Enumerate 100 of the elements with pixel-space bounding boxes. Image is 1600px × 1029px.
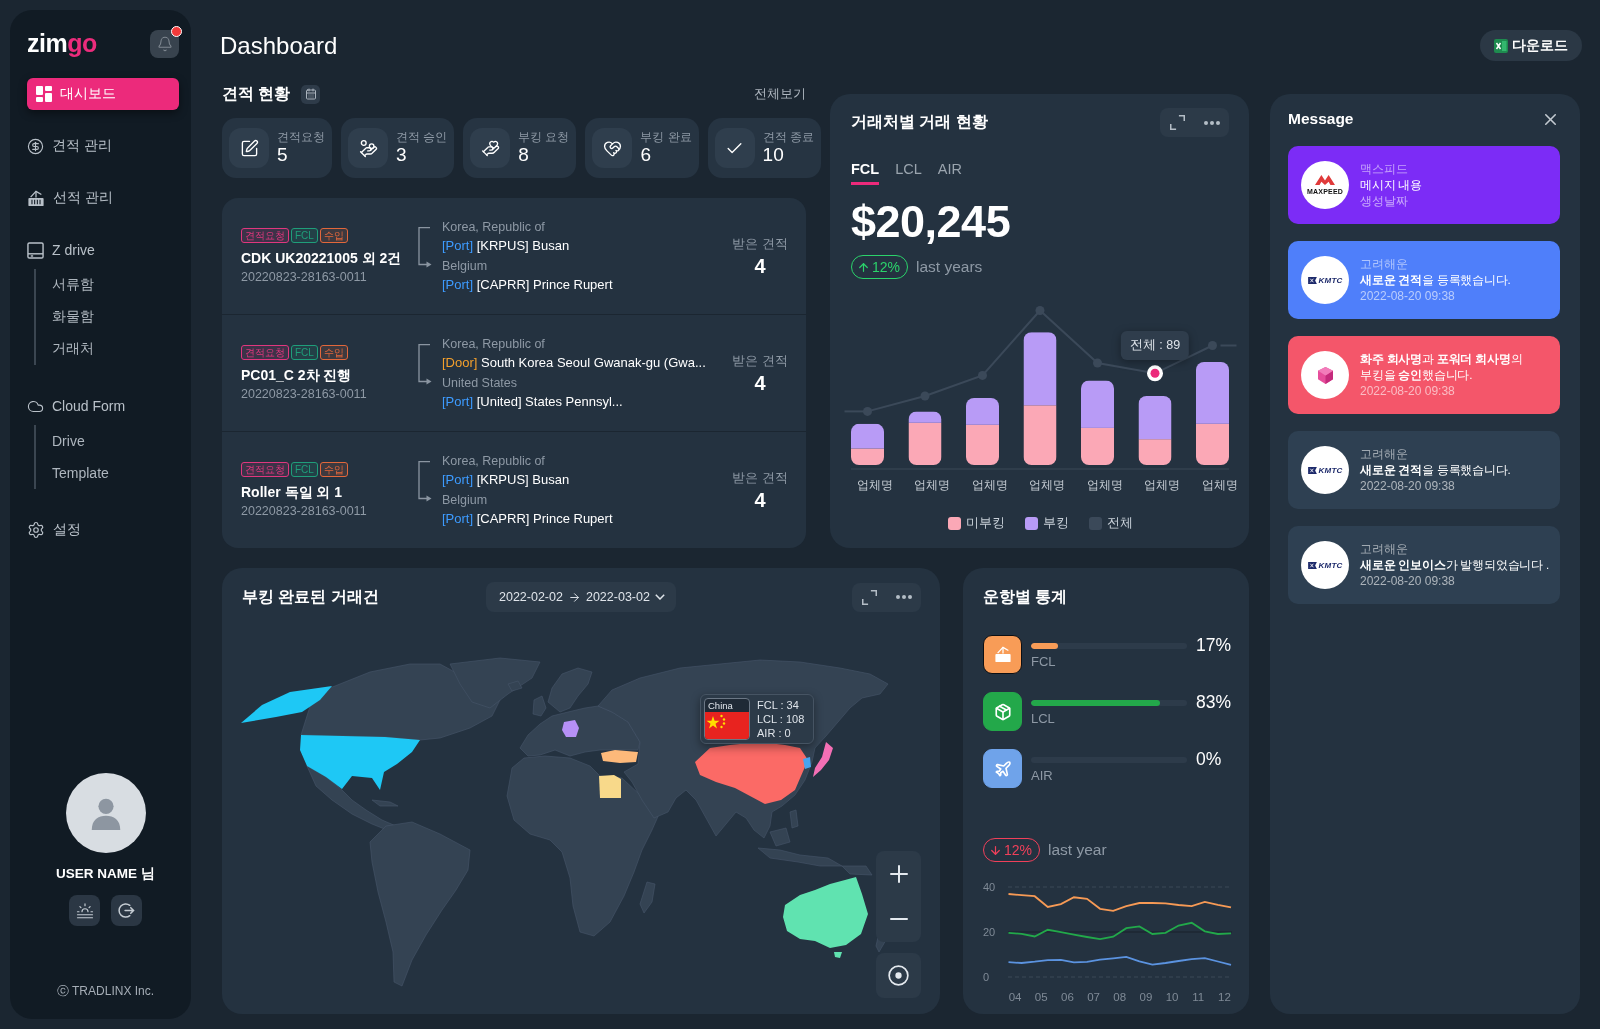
- spreadsheet-icon: [1494, 38, 1508, 53]
- change-caption: last year: [1048, 841, 1107, 859]
- message-card[interactable]: KMTC 고려해운 새로운 견적을 등록했습니다. 2022-08-20 09:38: [1288, 241, 1560, 319]
- mode-label: AIR: [1031, 768, 1054, 783]
- destination-place: [Port] [CAPRR] Prince Rupert: [442, 509, 613, 528]
- date-range-button[interactable]: 2022-02-02 2022-03-02: [486, 582, 676, 612]
- view-all-link[interactable]: 전체보기: [754, 85, 806, 103]
- axis-label: 05: [1034, 991, 1048, 1003]
- nav-subitem[interactable]: 거래처: [52, 333, 179, 365]
- dollar-icon: [27, 137, 44, 155]
- page-title: Dashboard: [220, 30, 338, 61]
- panel-title: 거래처별 거래 현황: [851, 112, 988, 132]
- destination-country: Belgium: [442, 491, 489, 509]
- logo-text: KMTC: [1318, 465, 1343, 475]
- country-name: China: [707, 699, 734, 712]
- sunrise-icon: [75, 901, 94, 920]
- destination-country: United States: [442, 374, 519, 392]
- expand-icon: [861, 589, 877, 605]
- destination-place: [Port] [United] States Pennsyl...: [442, 392, 624, 411]
- quote-title: Roller 독일 외 1: [241, 482, 344, 501]
- message-sender: 맥스피드: [1360, 161, 1409, 177]
- nav-item[interactable]: Cloud Form: [27, 390, 179, 422]
- nav-item[interactable]: 대시보드: [27, 78, 179, 110]
- panel-title: 부킹 완료된 거래건: [242, 586, 380, 607]
- message-sender: 고려해운: [1360, 541, 1409, 557]
- quote-number: 20220823-28163-0011: [241, 385, 368, 402]
- nav-subitem[interactable]: 화물함: [52, 301, 179, 333]
- stat-label: 견적 승인: [396, 130, 448, 144]
- calendar-icon: [301, 84, 321, 104]
- expand-icon: [1169, 115, 1185, 130]
- destination-country: Belgium: [442, 257, 489, 275]
- stat-label: 견적요청: [277, 130, 325, 144]
- more-icon: [895, 595, 912, 599]
- received-count: 4: [754, 254, 766, 277]
- flag-mark-icon: [1307, 561, 1317, 569]
- peaks-icon: [1315, 174, 1335, 185]
- notifications-button[interactable]: [150, 29, 179, 58]
- flag-mark-icon: [1307, 276, 1317, 284]
- stat-value: 3: [396, 144, 408, 166]
- nav-item[interactable]: 견적 관리: [27, 130, 179, 162]
- hand-heart-icon: [470, 128, 511, 168]
- tab[interactable]: AIR: [937, 161, 962, 185]
- route-arrow-icon: [416, 343, 432, 386]
- axis-label: 09: [1139, 991, 1153, 1003]
- legend-label: 미부킹: [965, 515, 1005, 531]
- message-text: 새로운 견적을 등록했습니다.: [1360, 463, 1512, 478]
- origin-place: [Port] [KRPUS] Busan: [442, 470, 571, 489]
- origin-place: [Door] South Korea Seoul Gwanak-gu (Gwa...: [442, 353, 706, 372]
- download-button[interactable]: 다운로드: [1480, 30, 1582, 61]
- locate-button[interactable]: [876, 953, 921, 998]
- theme-button[interactable]: [69, 895, 100, 926]
- message-text: 메시지 내용: [1360, 178, 1423, 193]
- stat-label: 견적 종료: [762, 130, 814, 144]
- check-icon: [714, 128, 755, 168]
- axis-label: 10: [1165, 991, 1179, 1003]
- copyright: ⓒ TRADLINX Inc.: [56, 985, 155, 998]
- axis-label: 07: [1087, 991, 1100, 1003]
- axis-label: 20: [983, 926, 996, 938]
- received-label: 받은 견적: [732, 352, 788, 369]
- axis-label: 06: [1061, 991, 1074, 1003]
- tooltip-line: AIR : 0: [757, 726, 792, 740]
- heart-handshake-icon: [592, 128, 633, 168]
- total-amount: $20,245: [851, 199, 1012, 245]
- nav-subitem[interactable]: Drive: [52, 425, 179, 457]
- quote-number: 20220823-28163-0011: [241, 268, 368, 285]
- tab[interactable]: FCL: [851, 161, 880, 185]
- category-label: 업체명: [1200, 477, 1239, 493]
- nav-item[interactable]: 선적 관리: [27, 182, 179, 214]
- logout-button[interactable]: [111, 895, 142, 926]
- nav-subitem[interactable]: 서류함: [52, 269, 179, 301]
- target-icon: [888, 965, 909, 986]
- arrow-down-icon: [989, 843, 1002, 857]
- received-label: 받은 견적: [732, 235, 788, 252]
- quote-title: PC01_C 2차 진행: [241, 365, 353, 384]
- nav-subitem[interactable]: Template: [52, 457, 179, 489]
- message-sender: 고려해운: [1360, 446, 1409, 462]
- message-time: 2022-08-20 09:38: [1360, 288, 1456, 304]
- bell-icon: [156, 35, 173, 52]
- axis-label: 0: [983, 971, 990, 983]
- stat-value: 6: [640, 144, 652, 166]
- mode-percent: 17%: [1196, 635, 1232, 657]
- category-label: 업체명: [1085, 477, 1124, 493]
- message-time: 2022-08-20 09:38: [1360, 478, 1456, 494]
- nav-item[interactable]: 설정: [27, 514, 179, 546]
- panel-title: Message: [1288, 110, 1354, 128]
- message-time: 2022-08-20 09:38: [1360, 573, 1456, 589]
- origin-country: Korea, Republic of: [442, 452, 546, 470]
- message-card[interactable]: KMTC 고려해운 새로운 인보이스가 발행되었습니다 . 2022-08-20 09:38: [1288, 526, 1560, 604]
- mode-percent: 83%: [1196, 692, 1232, 714]
- tab[interactable]: LCL: [895, 161, 922, 185]
- more-icon: [1203, 120, 1220, 125]
- arrow-right-icon: [567, 590, 581, 604]
- axis-label: 08: [1113, 991, 1127, 1003]
- nav-item[interactable]: Z drive: [27, 234, 179, 266]
- message-card[interactable]: KMTC 고려해운 새로운 견적을 등록했습니다. 2022-08-20 09:38: [1288, 431, 1560, 509]
- origin-place: [Port] [KRPUS] Busan: [442, 236, 571, 255]
- origin-country: Korea, Republic of: [442, 335, 546, 353]
- chevron-down-icon: [654, 594, 665, 600]
- category-tag: FCL: [291, 227, 318, 243]
- section-title: 견적 현황: [222, 83, 291, 104]
